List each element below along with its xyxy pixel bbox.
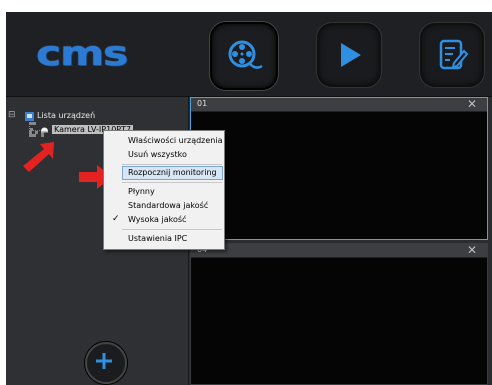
device-list-icon bbox=[25, 112, 34, 121]
top-toolbar: cms bbox=[6, 12, 492, 97]
camera-icon bbox=[41, 127, 48, 133]
settings-edit-button[interactable] bbox=[419, 22, 485, 88]
monitoring-view-button[interactable] bbox=[210, 22, 278, 90]
menu-separator bbox=[122, 164, 222, 165]
video-cell-01[interactable]: 01 ✕ bbox=[190, 97, 488, 240]
add-button[interactable] bbox=[85, 342, 127, 384]
video-grid: 01 ✕ 04 ✕ bbox=[189, 97, 492, 385]
close-icon[interactable]: ✕ bbox=[467, 243, 477, 257]
playback-button[interactable] bbox=[316, 22, 382, 88]
collapse-toggle-icon[interactable]: ⊟ bbox=[8, 110, 16, 120]
menu-separator bbox=[122, 182, 222, 183]
play-icon bbox=[341, 43, 361, 67]
cms-app-window: cms ⊟ Lista urządzeń Kamera LV-IP10PT7 0… bbox=[6, 12, 492, 385]
device-list-root-label[interactable]: Lista urządzeń bbox=[37, 111, 95, 120]
menu-separator bbox=[122, 229, 222, 230]
menu-item-start-monitoring[interactable]: Rozpocznij monitoring bbox=[128, 168, 217, 177]
video-cell-header: 01 ✕ bbox=[191, 97, 487, 112]
cms-logo: cms bbox=[36, 34, 128, 74]
close-icon[interactable]: ✕ bbox=[467, 97, 477, 111]
film-reel-icon bbox=[228, 40, 263, 69]
red-arrow-icon bbox=[23, 142, 54, 172]
menu-item-high-quality[interactable]: Wysoka jakość bbox=[128, 215, 186, 224]
menu-item-smooth[interactable]: Płynny bbox=[128, 187, 155, 196]
menu-item-standard-quality[interactable]: Standardowa jakość bbox=[128, 201, 208, 210]
video-cell-04[interactable]: 04 ✕ bbox=[190, 243, 488, 385]
menu-item-remove-all[interactable]: Usuń wszystko bbox=[128, 150, 187, 159]
menu-item-device-properties[interactable]: Właściwości urządzenia bbox=[128, 136, 223, 145]
video-cell-header: 04 ✕ bbox=[191, 243, 487, 258]
edit-document-icon bbox=[439, 39, 469, 70]
menu-item-ipc-settings[interactable]: Ustawienia IPC bbox=[128, 234, 187, 243]
plus-icon bbox=[96, 353, 112, 369]
checkmark-icon: ✓ bbox=[112, 214, 120, 224]
video-cell-number: 01 bbox=[197, 99, 208, 108]
context-menu: Właściwości urządzenia Usuń wszystko Roz… bbox=[103, 130, 225, 250]
